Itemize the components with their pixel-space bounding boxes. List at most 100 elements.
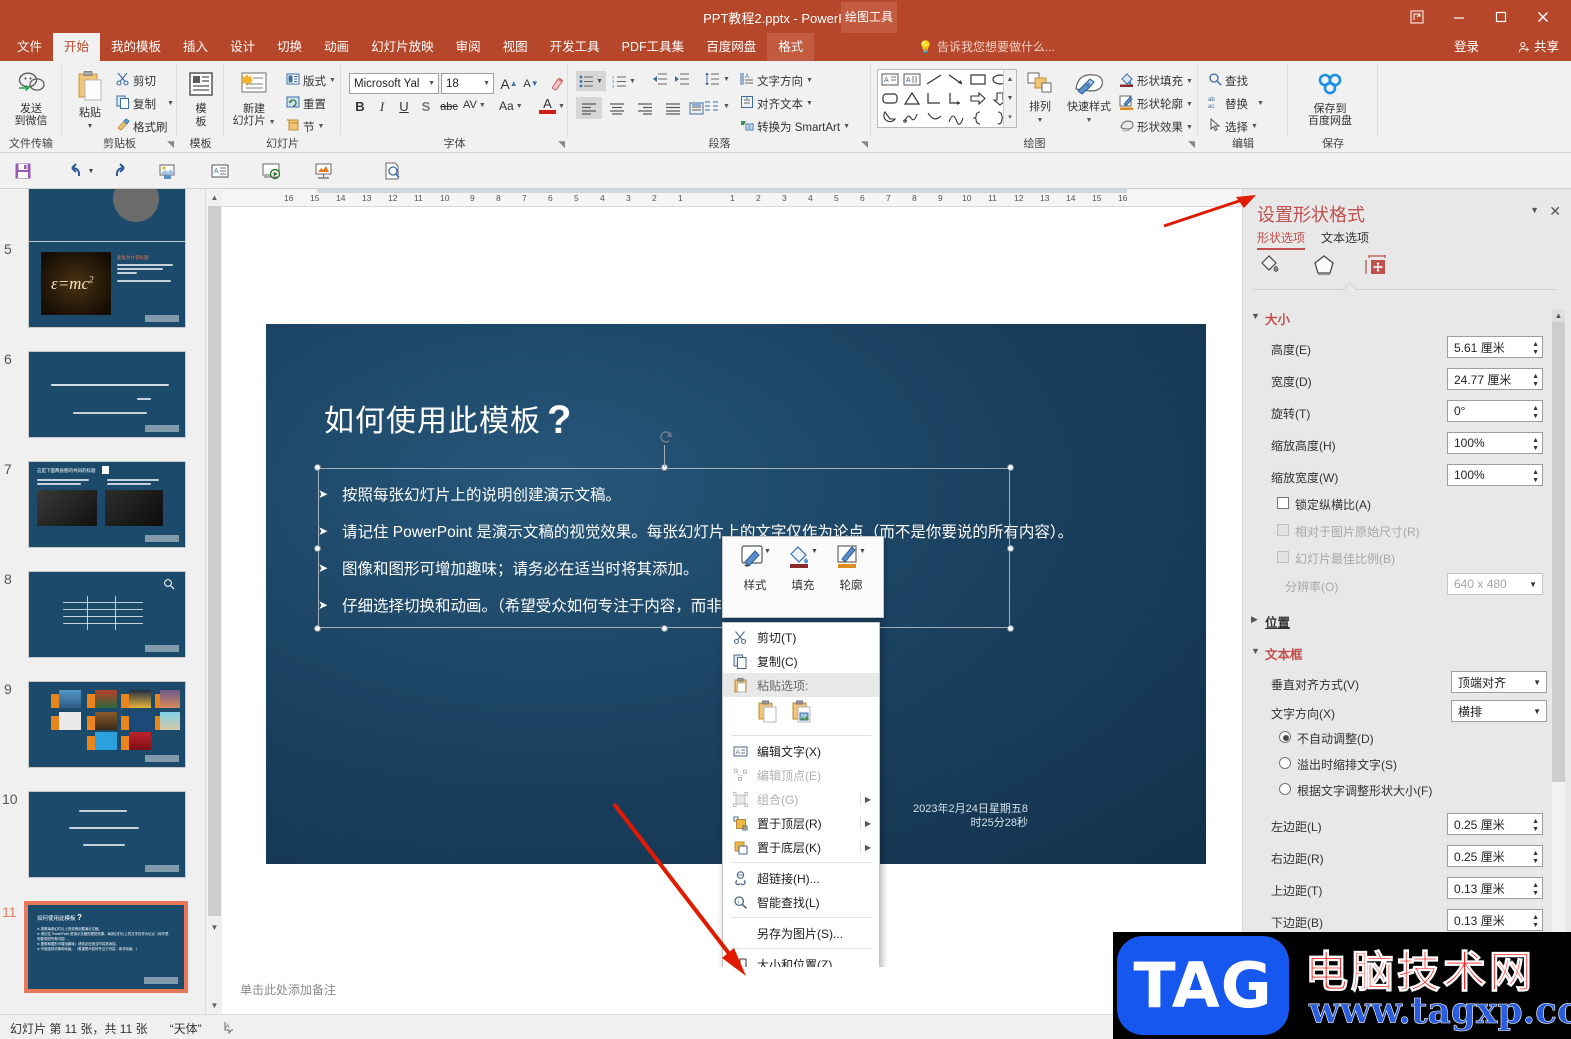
scroll-down-icon[interactable]: ▼	[206, 919, 223, 936]
slide-thumbnail-6[interactable]	[28, 351, 186, 438]
ribbon-display-options-icon[interactable]	[1397, 4, 1437, 29]
close-icon[interactable]	[1523, 4, 1563, 29]
context-menu-item-send-to-back[interactable]: 置于底层(K) ▶	[723, 835, 879, 859]
drawing-dialog-launcher[interactable]: ◥	[1188, 139, 1195, 150]
scrollbar-thumb[interactable]	[208, 206, 221, 916]
font-color-button[interactable]: A	[539, 97, 556, 114]
textbox-section-toggle-icon[interactable]: ▼	[1251, 646, 1260, 656]
numbering-button[interactable]: 123 ▼	[612, 71, 642, 91]
tab-shape-options[interactable]: 形状选项	[1257, 229, 1306, 250]
tab-insert[interactable]: 插入	[172, 33, 219, 61]
align-text-caret[interactable]: ▼	[806, 100, 813, 107]
decrease-indent-button[interactable]	[652, 72, 668, 89]
template-button[interactable]: 模 板	[173, 71, 229, 129]
arrange-button[interactable]: 排列 ▼	[1019, 71, 1061, 127]
context-menu-item-bring-to-front[interactable]: 置于顶层(R) ▶	[723, 811, 879, 835]
rotation-stepper[interactable]: ▲ ▼	[1532, 402, 1539, 422]
select-caret[interactable]: ▼	[1251, 123, 1258, 130]
no-autofit-radio[interactable]	[1279, 731, 1291, 743]
fill-line-icon[interactable]	[1257, 251, 1287, 279]
slide-thumbnail-11[interactable]: 如何使用此模板 ? ➤ 按照每张幻灯片上的说明创建演示文稿。 ➤ 请记住 Pow…	[24, 901, 188, 993]
align-left-button[interactable]	[576, 97, 602, 119]
copy-button[interactable]: 复制 ▼	[116, 95, 174, 112]
slide-thumbnail-7[interactable]: 这是下面两张图的共同的标题	[28, 461, 186, 548]
tab-text-options[interactable]: 文本选项	[1321, 229, 1369, 250]
decrease-font-size-button[interactable]: A ▼	[521, 73, 541, 94]
shape-fill-caret[interactable]: ▼	[1186, 78, 1193, 85]
character-spacing-button[interactable]: AV ▼	[463, 99, 486, 111]
spacing-caret[interactable]: ▼	[479, 102, 486, 109]
height-stepper[interactable]: ▲ ▼	[1532, 338, 1539, 358]
strikethrough-button[interactable]: abc	[437, 101, 461, 113]
section-button[interactable]: 节 ▼	[286, 118, 324, 135]
format-shape-pane[interactable]: 设置形状格式 ▼ ✕ 形状选项 文本选项 ▼ 大小 高度(E) 5.61 厘米 …	[1242, 189, 1571, 1014]
paragraph-dialog-launcher[interactable]: ◥	[861, 139, 868, 150]
paste-as-picture-icon[interactable]	[791, 700, 815, 727]
mini-toolbar[interactable]: ▼ 样式 ▼ 填充 ▼ 轮廓	[722, 536, 884, 618]
save-icon[interactable]	[10, 159, 36, 183]
bold-button[interactable]: B	[351, 99, 369, 114]
reset-button[interactable]: 重置	[286, 95, 326, 112]
columns-button[interactable]: ▼	[704, 99, 730, 113]
right-margin-stepper[interactable]: ▲ ▼	[1532, 847, 1539, 867]
mini-toolbar-outline-button[interactable]: ▼ 轮廓	[827, 543, 875, 593]
chevron-down-icon[interactable]: ▼	[1533, 678, 1541, 687]
position-section-toggle-icon[interactable]: ▶	[1251, 614, 1258, 625]
font-color-caret[interactable]: ▼	[558, 103, 565, 110]
slide-thumbnail-5[interactable]: ε=mc2 此处为片名标题	[28, 241, 186, 328]
bullets-caret[interactable]: ▼	[596, 78, 603, 85]
tab-my-templates[interactable]: 我的模板	[100, 33, 172, 61]
scroll-page-down-icon[interactable]: ▼	[206, 997, 223, 1014]
underline-button[interactable]: U	[395, 99, 413, 114]
context-menu-item-copy[interactable]: 复制(C)	[723, 649, 879, 673]
size-properties-icon[interactable]	[1361, 251, 1391, 279]
start-presentation-icon[interactable]	[155, 159, 181, 183]
line-spacing-caret[interactable]: ▼	[723, 76, 730, 83]
print-preview-icon[interactable]	[379, 159, 405, 183]
sign-in-button[interactable]: 登录	[1454, 33, 1479, 61]
slideshow-from-current-icon[interactable]	[259, 159, 285, 183]
tell-me-box[interactable]: 💡 告诉我您想要做什么...	[918, 33, 1055, 61]
thumbnail-scrollbar[interactable]: ▲ ▼ ▼	[205, 189, 223, 1014]
format-painter-button[interactable]: 格式刷	[116, 118, 168, 135]
smartart-caret[interactable]: ▼	[843, 123, 850, 130]
rotation-input[interactable]: 0° ▲ ▼	[1447, 400, 1543, 422]
left-margin-stepper[interactable]: ▲ ▼	[1532, 815, 1539, 835]
context-menu-item-save-as-picture[interactable]: 另存为图片(S)...	[723, 921, 879, 945]
language-icon[interactable]: A	[224, 1020, 240, 1037]
slide-thumbnail-9[interactable]	[28, 681, 186, 768]
shape-effects-caret[interactable]: ▼	[1186, 124, 1193, 131]
scale-width-stepper[interactable]: ▲ ▼	[1532, 466, 1539, 486]
present-online-icon[interactable]	[311, 159, 337, 183]
width-input[interactable]: 24.77 厘米 ▲ ▼	[1447, 368, 1543, 390]
slide-thumbnail-10[interactable]	[28, 791, 186, 878]
new-slide-caret[interactable]: ▼	[269, 119, 276, 126]
font-dialog-launcher[interactable]: ◥	[558, 139, 565, 150]
size-section-toggle-icon[interactable]: ▼	[1251, 311, 1260, 321]
undo-icon[interactable]	[62, 159, 88, 183]
shapes-scroll-up-icon[interactable]: ▲	[1004, 70, 1016, 89]
insert-textbox-icon[interactable]: A	[207, 159, 233, 183]
line-spacing-button[interactable]: ▼	[704, 72, 730, 86]
notes-pane[interactable]: 单击此处添加备注	[222, 967, 1242, 1014]
text-shadow-button[interactable]: S	[417, 99, 435, 114]
text-direction-select[interactable]: 横排 ▼	[1451, 700, 1547, 722]
minimize-icon[interactable]	[1439, 4, 1479, 29]
convert-smartart-button[interactable]: 转换为 SmartArt ▼	[740, 118, 850, 135]
shapes-gallery[interactable]: A A ▲ ▼ ▾	[877, 69, 1017, 128]
clear-formatting-button[interactable]	[547, 73, 567, 94]
bottom-margin-input[interactable]: 0.13 厘米 ▲ ▼	[1447, 909, 1543, 931]
replace-button[interactable]: ab ac 替换 ▼	[1208, 95, 1264, 112]
change-case-button[interactable]: Aa ▼	[499, 99, 523, 113]
clipboard-dialog-launcher[interactable]: ◥	[167, 139, 174, 150]
align-center-button[interactable]	[604, 97, 630, 119]
italic-button[interactable]: I	[373, 99, 391, 115]
lock-aspect-ratio-checkbox[interactable]	[1277, 497, 1289, 509]
text-direction-caret[interactable]: ▼	[806, 77, 813, 84]
font-size-input[interactable]: 18 ▼	[441, 73, 494, 94]
font-name-caret[interactable]: ▼	[428, 80, 435, 87]
font-name-input[interactable]: Microsoft Yal ▼	[349, 73, 439, 94]
justify-button[interactable]	[660, 97, 686, 119]
horizontal-ruler[interactable]: 16 15 14 13 12 11 10 9 87 65 43 21 12 34 56 …	[222, 189, 1242, 207]
save-to-baidu-button[interactable]: 保存到 百度网盘	[1302, 71, 1358, 127]
